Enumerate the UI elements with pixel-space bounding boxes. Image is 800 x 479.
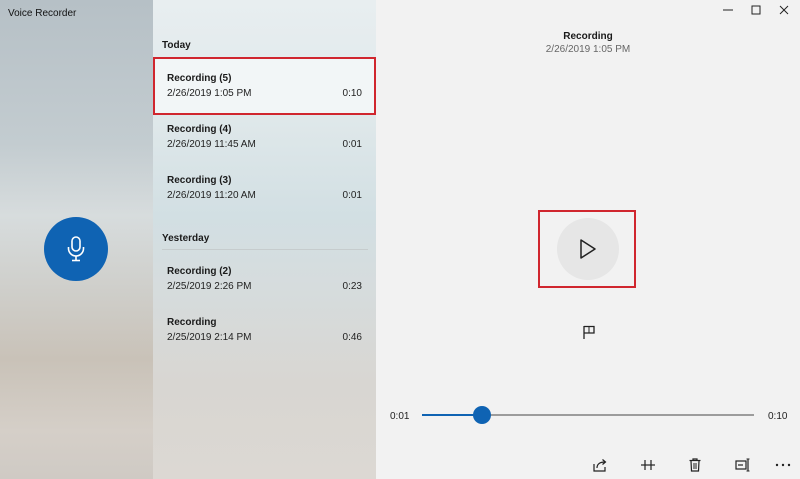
minimize-button[interactable] [722, 4, 734, 16]
record-button[interactable] [44, 217, 108, 281]
share-icon [593, 459, 607, 472]
trim-button[interactable] [639, 456, 657, 474]
recording-duration: 0:46 [342, 332, 362, 343]
recording-duration: 0:23 [342, 281, 362, 292]
recording-name: Recording (5) [167, 73, 232, 84]
recording-date: 2/26/2019 11:20 AM [167, 190, 256, 201]
flag-icon [583, 325, 595, 339]
recording-duration: 0:01 [342, 139, 362, 150]
recording-item[interactable]: Recording (3) 2/26/2019 11:20 AM 0:01 [153, 159, 376, 217]
play-button[interactable] [557, 218, 619, 280]
recording-item[interactable]: Recording 2/25/2019 2:14 PM 0:46 [153, 301, 376, 359]
recording-date: 2/26/2019 11:45 AM [167, 139, 256, 150]
recording-item[interactable]: Recording (4) 2/26/2019 11:45 AM 0:01 [153, 108, 376, 166]
left-panel: Voice Recorder [0, 0, 153, 479]
seek-thumb[interactable] [472, 406, 491, 424]
recording-item-selected[interactable]: Recording (5) 2/26/2019 1:05 PM 0:10 [153, 57, 376, 115]
minimize-icon [723, 9, 733, 11]
recordings-list: Today Recording (5) 2/26/2019 1:05 PM 0:… [153, 0, 376, 479]
trim-icon [641, 460, 655, 470]
close-icon [779, 5, 789, 15]
app-title: Voice Recorder [8, 8, 77, 19]
recording-item[interactable]: Recording (2) 2/25/2019 2:26 PM 0:23 [153, 250, 376, 308]
rename-icon [735, 458, 750, 472]
recording-date: 2/26/2019 1:05 PM [167, 88, 252, 99]
recording-date: 2/25/2019 2:26 PM [167, 281, 252, 292]
recording-name: Recording (3) [167, 175, 232, 186]
recording-duration: 0:10 [342, 88, 362, 99]
current-time: 0:01 [390, 411, 410, 422]
recording-name: Recording (4) [167, 124, 232, 135]
recording-name: Recording [167, 317, 217, 328]
playback-panel: Recording 2/26/2019 1:05 PM 0:01 0:10 [376, 0, 800, 479]
more-options-button[interactable] [774, 456, 792, 474]
total-time: 0:10 [768, 411, 788, 422]
more-icon [775, 463, 791, 467]
recording-date: 2/25/2019 2:14 PM [167, 332, 252, 343]
group-header-yesterday: Yesterday [162, 233, 210, 244]
trash-icon [689, 458, 701, 472]
close-button[interactable] [778, 4, 790, 16]
rename-button[interactable] [734, 456, 752, 474]
add-marker-button[interactable] [581, 324, 597, 340]
recording-duration: 0:01 [342, 190, 362, 201]
share-button[interactable] [591, 456, 609, 474]
playback-subtitle: 2/26/2019 1:05 PM [545, 44, 631, 55]
play-icon [580, 239, 596, 259]
seek-bar[interactable] [422, 406, 754, 424]
group-header-today: Today [162, 40, 191, 51]
recording-name: Recording (2) [167, 266, 232, 277]
maximize-button[interactable] [750, 4, 762, 16]
delete-button[interactable] [686, 456, 704, 474]
maximize-icon [751, 5, 761, 15]
playback-title: Recording [563, 31, 613, 42]
microphone-icon [67, 236, 85, 262]
